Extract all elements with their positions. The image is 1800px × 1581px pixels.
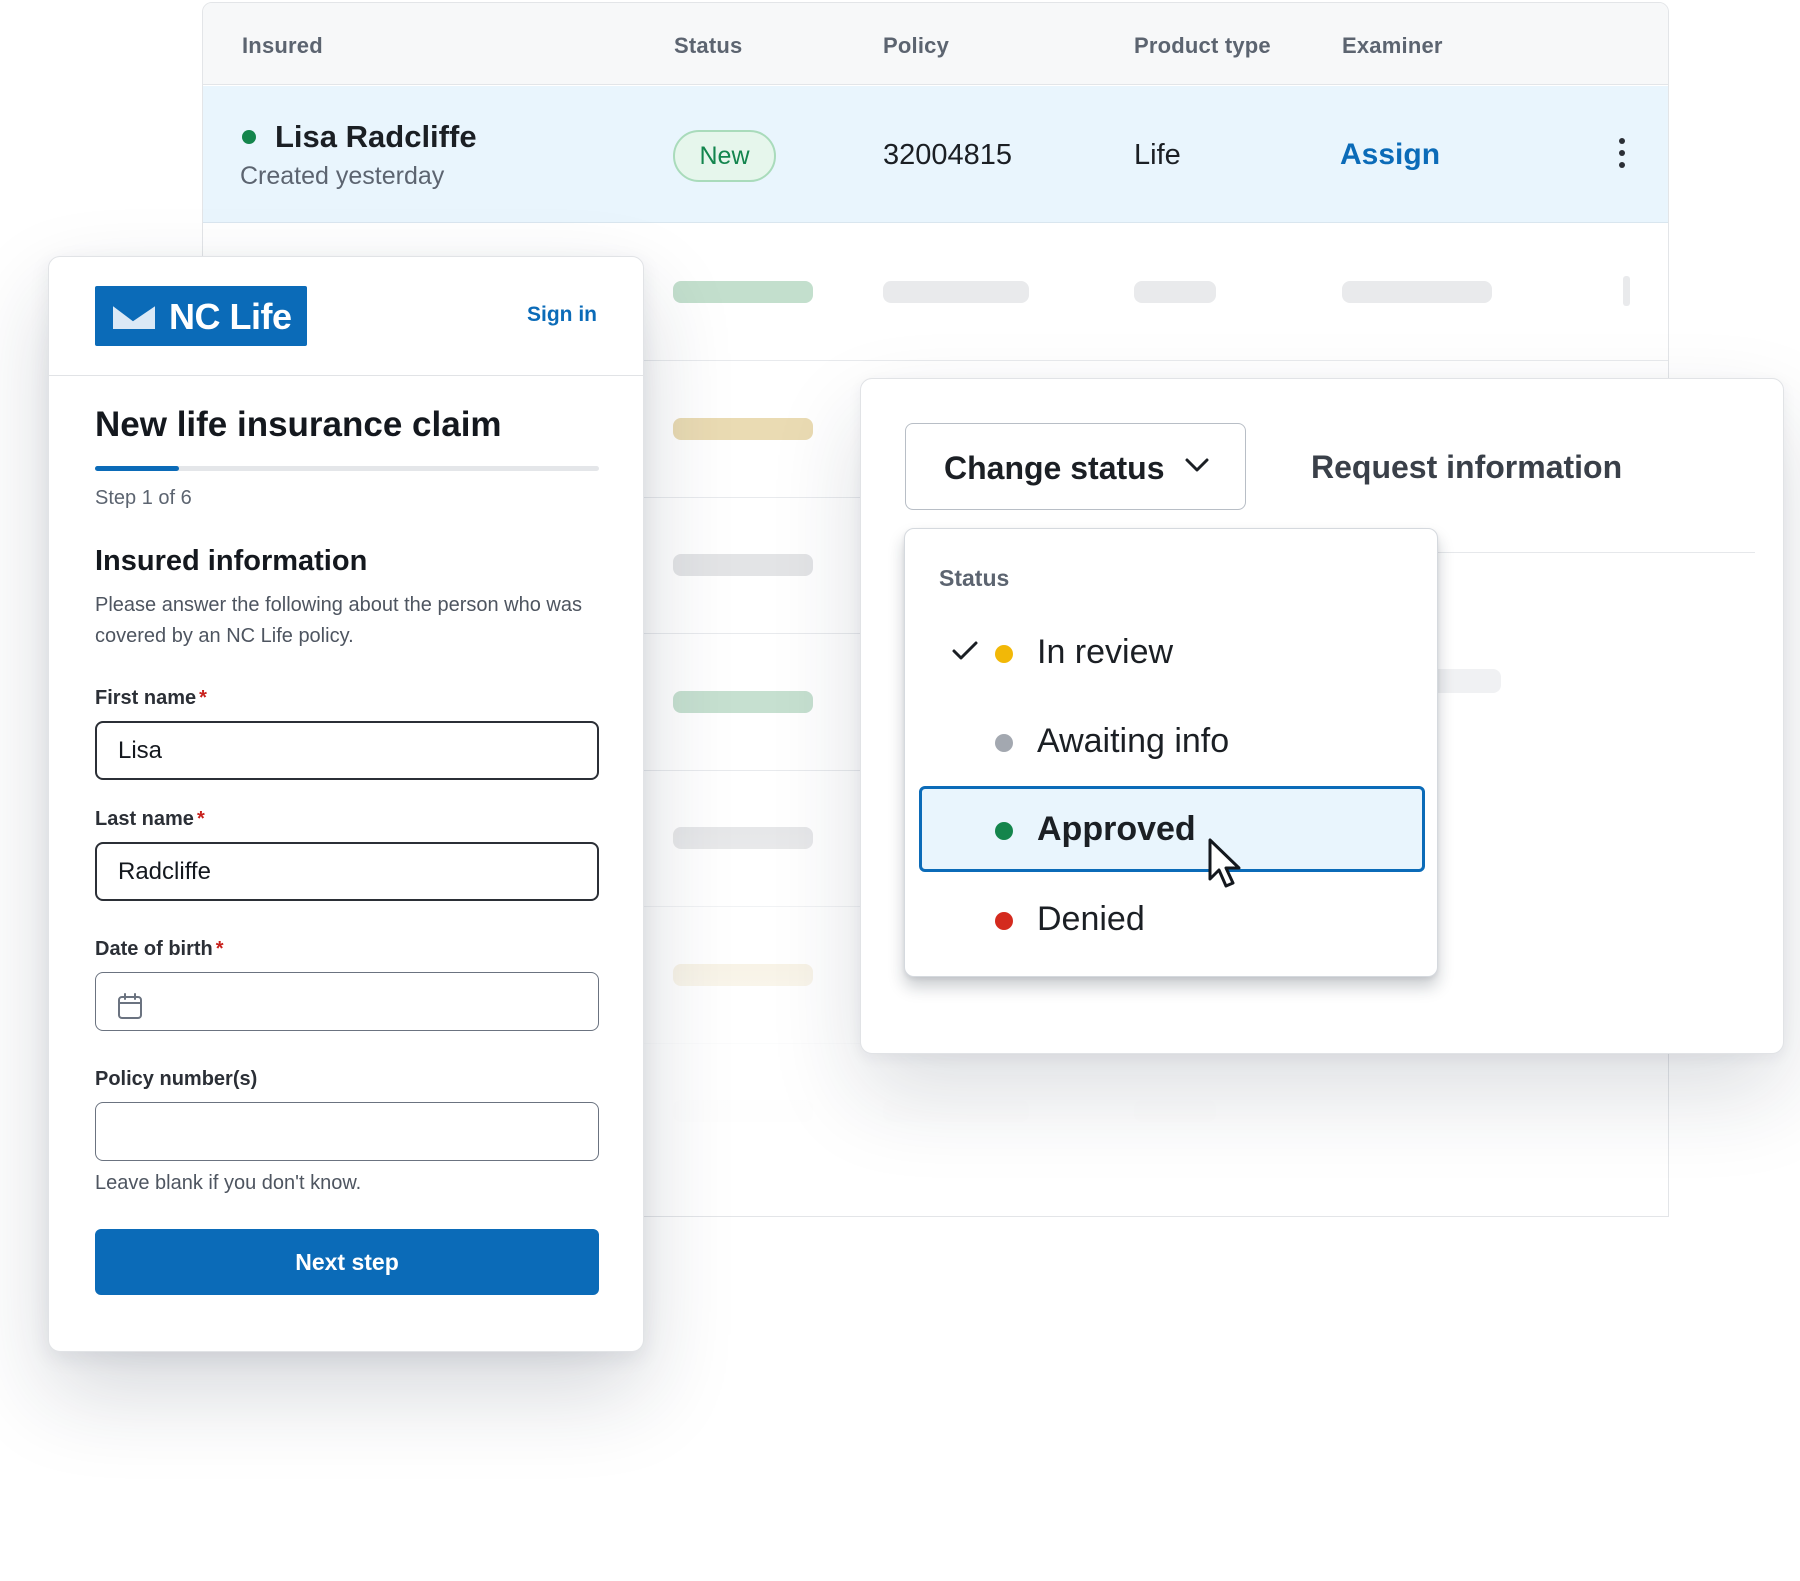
form-header: NC Life Sign in: [49, 257, 643, 376]
skeleton-examiner: [1342, 281, 1492, 303]
table-header: Insured Status Policy Product type Exami…: [203, 3, 1668, 85]
insured-name[interactable]: Lisa Radcliffe: [275, 119, 477, 155]
skeleton-policy: [883, 1100, 1029, 1122]
skeleton-product: [1134, 281, 1216, 303]
status-dot-icon: [995, 822, 1013, 840]
section-description: Please answer the following about the pe…: [95, 594, 582, 647]
required-marker: *: [199, 687, 207, 709]
envelope-logo-icon: [112, 304, 156, 329]
product-type: Life: [1134, 139, 1181, 171]
option-label: In review: [1037, 633, 1174, 671]
skeleton-status: [673, 691, 813, 713]
status-dot-icon: [995, 645, 1013, 663]
status-option-denied[interactable]: Denied: [919, 876, 1425, 962]
step-indicator: Step 1 of 6: [95, 487, 192, 509]
option-label: Awaiting info: [1037, 722, 1230, 760]
status-dot-icon: [242, 130, 256, 144]
skeleton-status: [673, 281, 813, 303]
status-option-awaiting-info[interactable]: Awaiting info: [919, 698, 1425, 784]
header-policy[interactable]: Policy: [883, 33, 949, 59]
required-marker: *: [196, 808, 205, 830]
assign-link[interactable]: Assign: [1340, 138, 1440, 172]
option-label: Approved: [1037, 810, 1196, 848]
last-name-label: Last name *: [95, 808, 205, 830]
progress-fill: [95, 466, 180, 471]
mouse-cursor-icon: [1208, 838, 1241, 888]
dropdown-heading: Status: [939, 565, 1010, 591]
status-option-approved[interactable]: Approved: [919, 786, 1425, 872]
chevron-down-icon: [1185, 458, 1209, 472]
brand-logo[interactable]: NC Life: [95, 286, 307, 346]
date-of-birth-label: Date of birth *: [95, 938, 224, 960]
table-row[interactable]: Lisa Radcliffe Created yesterday New 320…: [203, 86, 1668, 223]
change-status-label: Change status: [944, 450, 1165, 486]
skeleton-bar: [1431, 669, 1501, 693]
skeleton-status: [673, 418, 813, 440]
required-marker: *: [215, 938, 224, 960]
page-title: New life insurance claim: [95, 405, 502, 444]
policy-number: 32004815: [883, 139, 1013, 171]
change-status-button[interactable]: Change status: [905, 423, 1246, 510]
skeleton-menu: [1623, 276, 1630, 306]
skeleton-policy: [883, 281, 1029, 303]
section-title: Insured information: [95, 545, 368, 577]
skeleton-status: [673, 554, 813, 576]
skeleton-status: [673, 964, 813, 986]
skeleton-status: [673, 827, 813, 849]
request-information-tab[interactable]: Request information: [1311, 449, 1622, 486]
next-step-button[interactable]: Next step: [95, 1229, 599, 1295]
header-insured[interactable]: Insured: [242, 33, 323, 59]
header-status[interactable]: Status: [674, 33, 742, 59]
status-option-in-review[interactable]: In review: [919, 609, 1425, 695]
calendar-icon[interactable]: [117, 992, 143, 1020]
status-dot-icon: [995, 912, 1013, 930]
policy-numbers-label: Policy number(s): [95, 1068, 258, 1090]
progress-bar: [95, 466, 599, 471]
brand-name: NC Life: [169, 296, 292, 337]
option-label: Denied: [1037, 900, 1145, 938]
header-product-type[interactable]: Product type: [1134, 33, 1271, 59]
checkmark-icon: [952, 641, 978, 660]
policy-numbers-field[interactable]: [95, 1102, 599, 1161]
status-dropdown: Status In review Awaiting info Approved …: [904, 528, 1438, 977]
last-name-field[interactable]: [95, 842, 599, 901]
created-date: Created yesterday: [240, 162, 445, 190]
policy-helper-text: Leave blank if you don't know.: [95, 1172, 362, 1194]
header-examiner[interactable]: Examiner: [1342, 33, 1443, 59]
skeleton-product: [1134, 1100, 1216, 1122]
status-badge: New: [673, 130, 776, 182]
date-of-birth-field[interactable]: [95, 972, 599, 1031]
kebab-menu-icon[interactable]: [1616, 138, 1628, 174]
claim-form-card: NC Life Sign in New life insurance claim…: [48, 256, 644, 1352]
status-dot-icon: [995, 734, 1013, 752]
sign-in-link[interactable]: Sign in: [527, 303, 597, 327]
skeleton-status: [673, 1100, 813, 1122]
first-name-field[interactable]: [95, 721, 599, 780]
first-name-label: First name *: [95, 687, 207, 709]
